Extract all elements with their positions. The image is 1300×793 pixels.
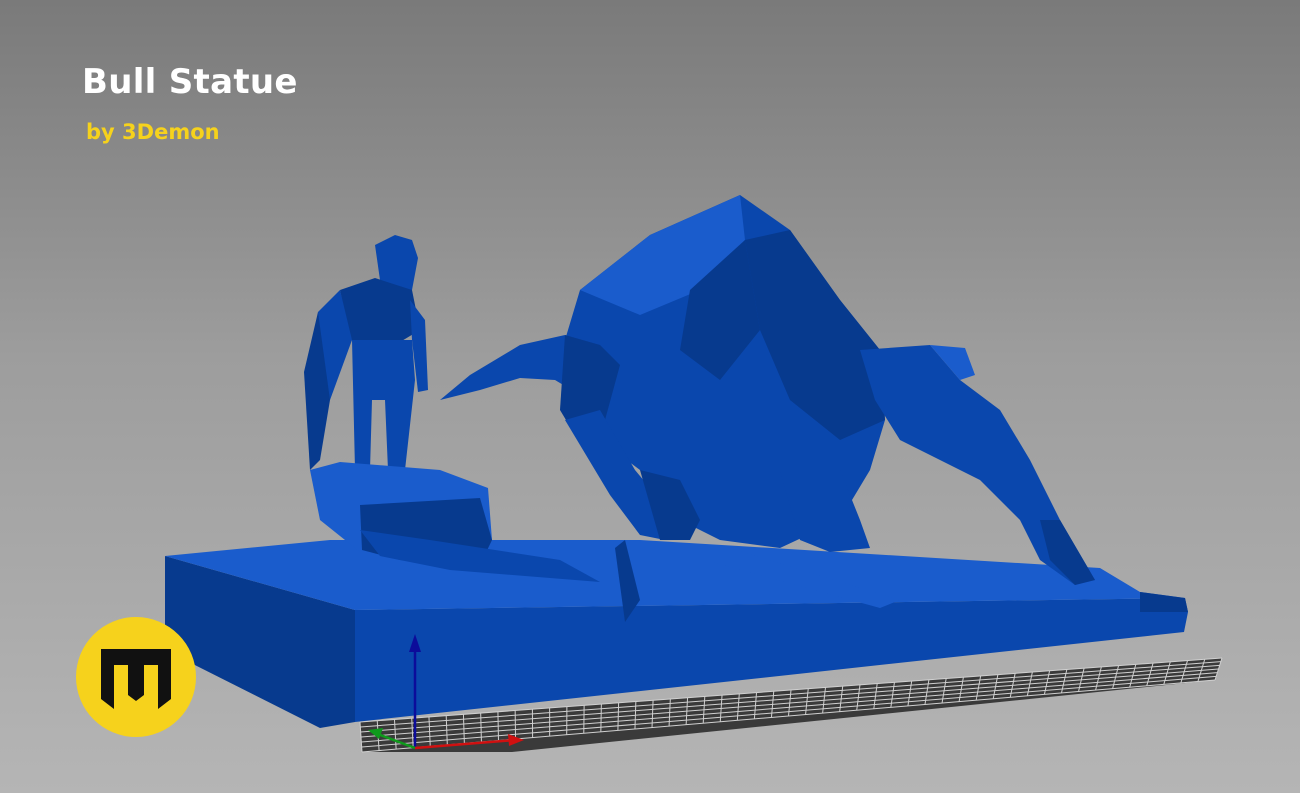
3demon-logo-icon <box>76 617 196 737</box>
bull-figure <box>440 195 1095 585</box>
author-credit: by 3Demon <box>86 120 220 144</box>
bull-statue-model[interactable] <box>165 195 1188 728</box>
matador-figure <box>304 235 600 582</box>
page-title: Bull Statue <box>82 62 298 102</box>
